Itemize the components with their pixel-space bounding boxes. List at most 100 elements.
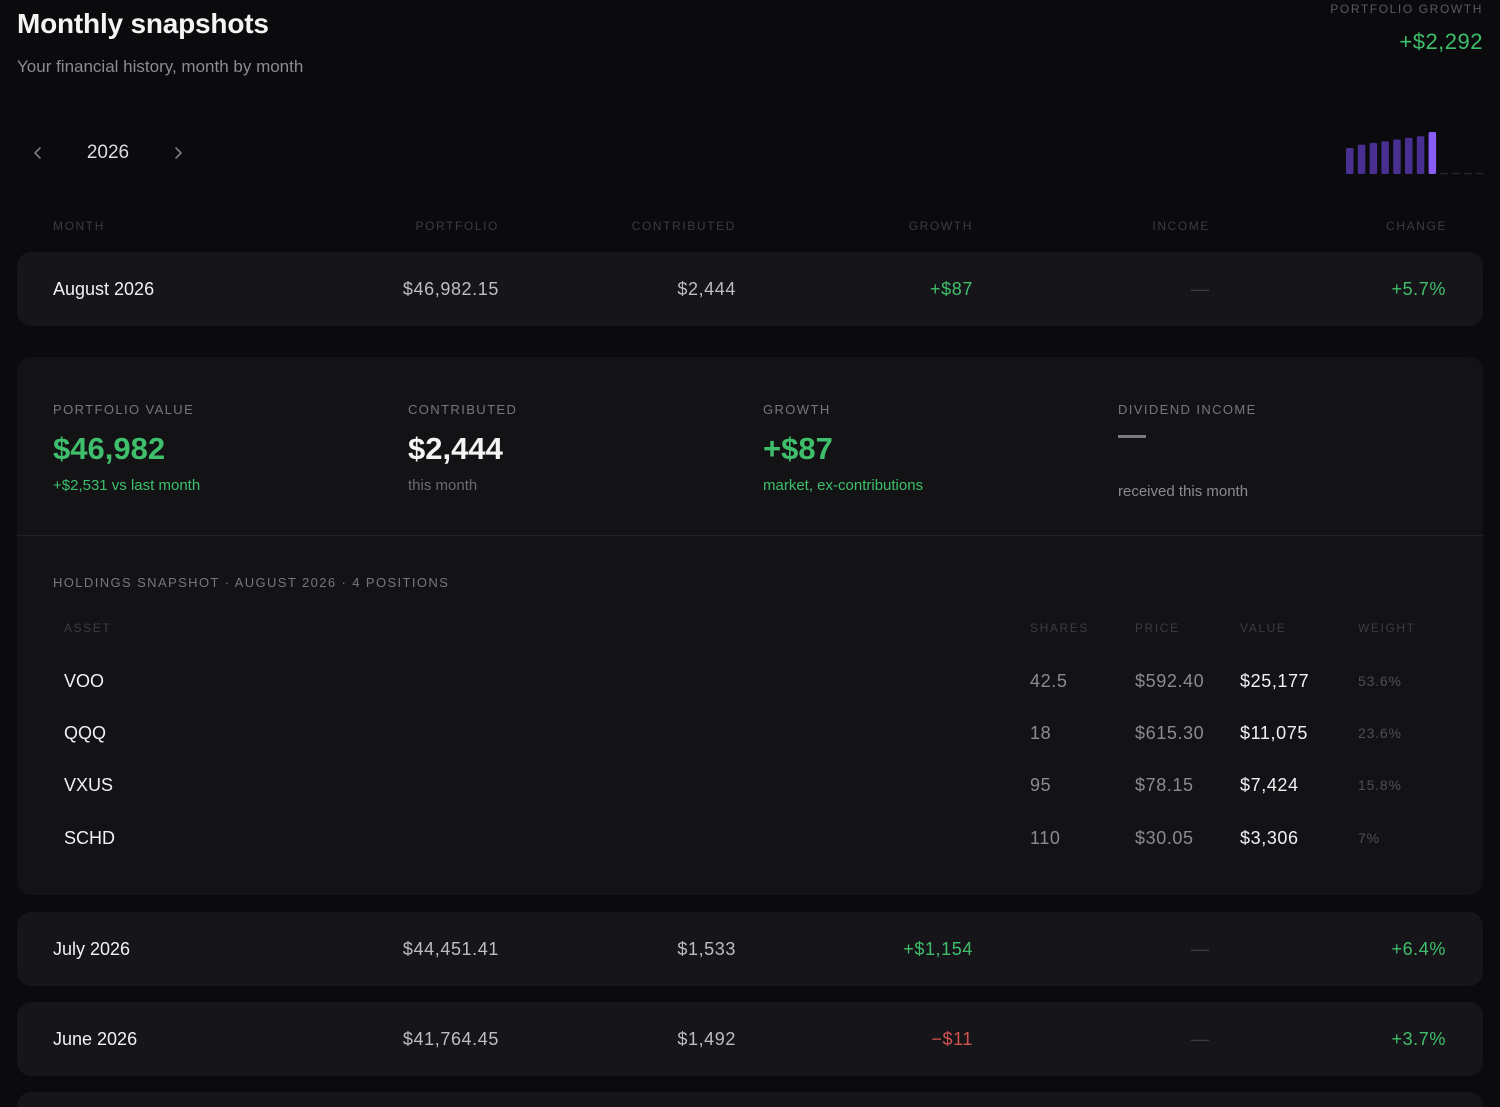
month-name: July 2026 [53,938,131,959]
spark-bar-empty [1464,173,1472,175]
month-portfolio: $44,451.41 [402,938,499,959]
chevron-right-icon [175,147,182,159]
stat-label: GROWTH [763,402,831,417]
stat-label: PORTFOLIO VALUE [53,402,195,417]
stat-value-empty [1118,435,1257,475]
stat-value: +$87 [763,431,833,466]
holdings-col-asset: ASSET [64,621,112,635]
page-subtitle: Your financial history, month by month [17,57,304,76]
holding-weight: 23.6% [1358,725,1402,741]
holding-price: $615.30 [1135,722,1205,743]
holding-value: $3,306 [1240,827,1299,848]
holding-asset: QQQ [64,722,107,743]
stat-label: CONTRIBUTED [408,402,518,417]
holding-asset: VXUS [64,774,114,795]
holding-asset: SCHD [64,827,116,848]
spark-bar-empty [1475,173,1484,175]
holding-row[interactable]: VXUS 95 $78.15 $7,424 15.8% [17,759,1483,811]
col-growth: GROWTH [908,219,973,233]
holdings-col-value: VALUE [1240,621,1287,635]
holding-shares: 95 [1030,774,1052,795]
page-title: Monthly snapshots [17,8,269,39]
month-name: June 2026 [53,1028,138,1049]
month-contributed: $1,492 [677,1028,736,1049]
holding-asset: VOO [64,670,105,691]
spark-bar-empty [1440,173,1448,175]
spark-bar[interactable] [1346,147,1354,174]
holding-shares: 42.5 [1030,670,1068,691]
month-change: +5.7% [1391,278,1446,299]
month-contributed: $1,533 [677,938,736,959]
month-growth: +$1,154 [903,938,973,959]
holding-value: $11,075 [1240,722,1308,743]
month-row-partial[interactable] [17,1092,1483,1107]
next-year-button[interactable] [166,136,190,170]
holding-shares: 18 [1030,722,1052,743]
stat-growth: GROWTH +$87 market, ex-contributions [763,402,923,494]
month-change: +3.7% [1391,1028,1446,1049]
stat-value: $2,444 [408,431,503,466]
holding-weight: 15.8% [1358,777,1402,793]
year-navigator: 2026 [26,136,190,170]
holdings-title: HOLDINGS SNAPSHOT · AUGUST 2026 · 4 POSI… [53,575,450,590]
month-income: — [1191,1028,1209,1049]
month-contributed: $2,444 [677,278,736,299]
spark-bar-empty [1452,173,1460,175]
portfolio-growth-label: PORTFOLIO GROWTH [1330,2,1483,16]
month-income: — [1191,938,1209,959]
month-growth: −$11 [931,1028,973,1049]
month-income: — [1191,278,1209,299]
month-detail-panel: PORTFOLIO VALUE $46,982 +$2,531 vs last … [17,357,1483,895]
col-month: MONTH [53,219,105,233]
month-name: August 2026 [53,278,155,299]
spark-bar[interactable] [1393,139,1401,174]
stat-sub: this month [408,477,478,494]
spark-bar[interactable] [1357,144,1366,174]
stat-portfolio-value: PORTFOLIO VALUE $46,982 +$2,531 vs last … [53,402,200,494]
holding-row[interactable]: QQQ 18 $615.30 $11,075 23.6% [17,707,1483,759]
monthly-bars-sparkline[interactable] [1340,128,1486,176]
month-row-june[interactable]: June 2026 $41,764.45 $1,492 −$11 — +3.7% [17,1002,1483,1076]
spark-bar[interactable] [1428,132,1437,174]
col-contributed: CONTRIBUTED [631,219,736,233]
stat-sub: received this month [1118,483,1249,500]
holding-shares: 110 [1030,827,1061,848]
detail-divider [17,535,1483,536]
holdings-col-price: PRICE [1135,621,1180,635]
stat-value: $46,982 [53,431,166,466]
prev-year-button[interactable] [26,136,50,170]
holding-price: $30.05 [1135,827,1194,848]
holding-weight: 53.6% [1358,673,1402,689]
stat-dividend-income: DIVIDEND INCOME received this month [1118,402,1257,500]
holding-value: $25,177 [1240,670,1310,691]
month-portfolio: $46,982.15 [402,278,499,299]
spark-bar[interactable] [1405,137,1413,174]
stat-label: DIVIDEND INCOME [1118,402,1257,417]
portfolio-growth-value: +$2,292 [1399,29,1483,54]
stat-sub: +$2,531 vs last month [53,477,201,494]
holding-price: $78.15 [1135,774,1194,795]
month-portfolio: $41,764.45 [402,1028,499,1049]
holdings-col-shares: SHARES [1030,621,1089,635]
col-portfolio: PORTFOLIO [415,219,499,233]
stat-contributed: CONTRIBUTED $2,444 this month [408,402,517,494]
spark-bar[interactable] [1381,141,1389,174]
month-row-july[interactable]: July 2026 $44,451.41 $1,533 +$1,154 — +6… [17,912,1483,986]
holding-row[interactable]: VOO 42.5 $592.40 $25,177 53.6% [17,655,1483,707]
holding-row[interactable]: SCHD 110 $30.05 $3,306 7% [17,812,1483,864]
spark-bar[interactable] [1369,142,1378,174]
chevron-left-icon [34,147,41,159]
holding-price: $592.40 [1135,670,1205,691]
month-change: +6.4% [1391,938,1446,959]
empty-value-dash [1118,435,1146,438]
month-growth: +$87 [930,278,973,299]
stat-sub: market, ex-contributions [763,477,924,494]
holding-weight: 7% [1358,830,1380,846]
spark-bar[interactable] [1416,136,1425,174]
year-label: 2026 [86,142,130,163]
month-row-august[interactable]: August 2026 $46,982.15 $2,444 +$87 — +5.… [17,252,1483,326]
col-income: INCOME [1152,219,1210,233]
holding-value: $7,424 [1240,774,1299,795]
holdings-col-weight: WEIGHT [1358,621,1416,635]
col-change: CHANGE [1386,219,1447,233]
